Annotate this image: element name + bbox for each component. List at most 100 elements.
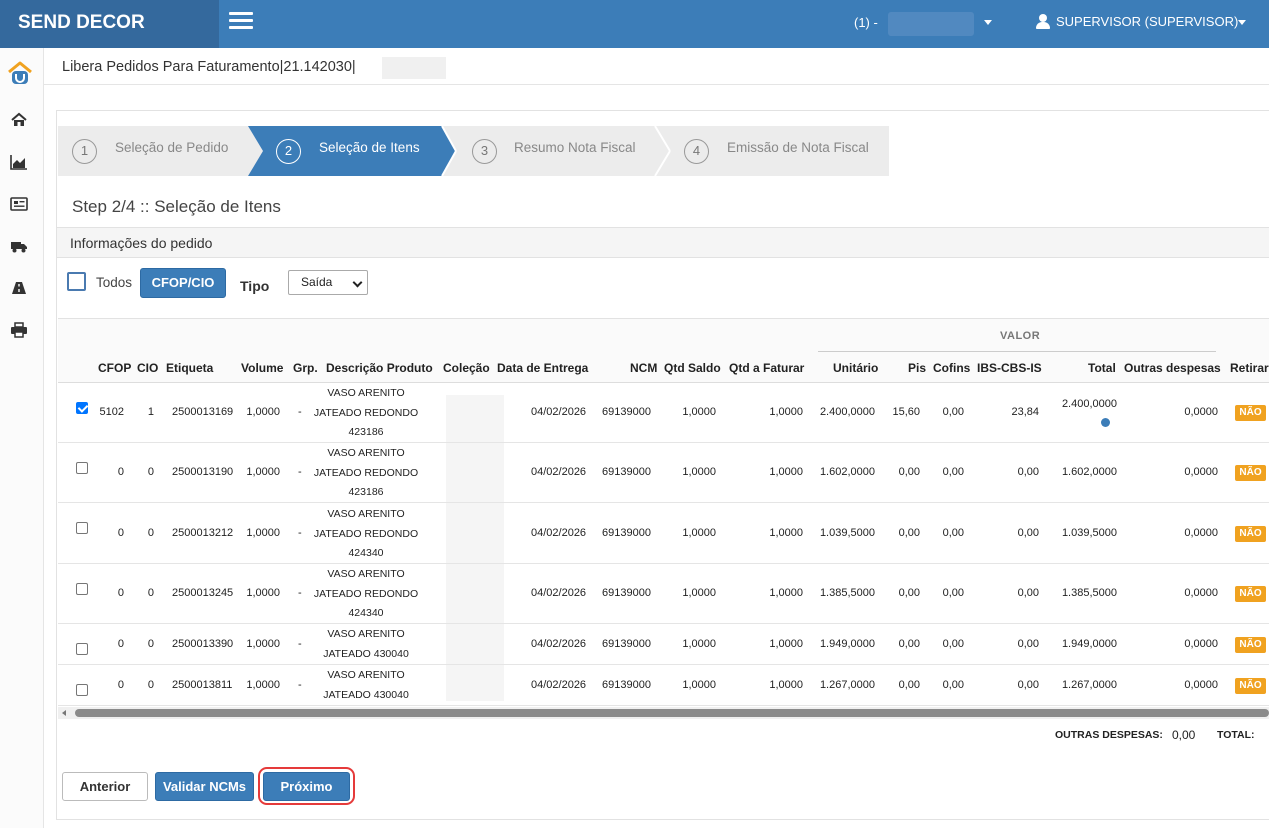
cell-volume: 1,0000 <box>246 406 280 418</box>
company-caret-icon[interactable] <box>984 20 992 25</box>
user-caret-icon[interactable] <box>1238 20 1246 25</box>
step-1-number[interactable]: 1 <box>72 139 97 164</box>
column-header[interactable]: Unitário <box>833 361 878 375</box>
description-line: JATEADO 430040 <box>323 647 409 660</box>
cell-total: 2.400,0000 <box>1061 398 1117 410</box>
newspaper-icon[interactable] <box>10 196 28 212</box>
cell-data: 04/02/2026 <box>531 587 587 599</box>
cell-cio: 0 <box>147 679 154 691</box>
column-header[interactable]: Outras despesas <box>1124 361 1221 375</box>
validate-ncms-button[interactable]: Validar NCMs <box>155 772 254 801</box>
row-checkbox[interactable] <box>76 522 88 534</box>
description-line: JATEADO REDONDO <box>313 406 419 419</box>
row-checkbox[interactable] <box>76 402 88 414</box>
retirar-badge[interactable]: NÃO <box>1235 586 1266 602</box>
step-4-number[interactable]: 4 <box>684 139 709 164</box>
hamburger-menu-icon[interactable] <box>229 12 253 32</box>
total-indicator-dot-icon <box>1101 418 1110 427</box>
table-row: 0 0 1,0000 69139000 1,0000 1,0000 1.267,0000 0,… <box>58 665 1269 706</box>
user-menu[interactable]: SUPERVISOR (SUPERVISOR) <box>1036 14 1238 29</box>
home-icon[interactable] <box>10 112 28 128</box>
retirar-badge[interactable]: NÃO <box>1235 465 1266 481</box>
retirar-badge[interactable]: NÃO <box>1235 678 1266 694</box>
cell-faturar: 1,0000 <box>769 527 803 539</box>
cell-cfop: 0 <box>117 638 124 650</box>
column-header[interactable]: Descrição Produto <box>326 361 433 375</box>
outras-despesas-value: 0,00 <box>1172 728 1196 742</box>
cell-saldo: 1,0000 <box>682 679 716 691</box>
truck-icon[interactable] <box>10 238 28 254</box>
app-logo-icon[interactable] <box>6 59 34 87</box>
next-button[interactable]: Próximo <box>263 772 350 801</box>
select-all-checkbox[interactable] <box>67 272 86 291</box>
row-checkbox[interactable] <box>76 643 88 655</box>
cell-cio: 0 <box>147 587 154 599</box>
order-info-bar[interactable]: Informações do pedido <box>57 227 1269 258</box>
column-header[interactable]: Qtd a Faturar <box>729 361 804 375</box>
column-header[interactable]: Retirar <box>1230 361 1269 375</box>
step-4-label[interactable]: Emissão de Nota Fiscal <box>727 140 869 155</box>
retirar-badge[interactable]: NÃO <box>1235 526 1266 542</box>
breadcrumb-redacted <box>382 57 446 79</box>
cell-pis: 0,00 <box>898 679 920 691</box>
cell-cio: 0 <box>147 527 154 539</box>
description-line: VASO ARENITO <box>327 447 405 459</box>
cell-volume: 1,0000 <box>246 638 280 650</box>
column-header[interactable]: IBS-CBS-IS <box>977 361 1042 375</box>
cell-ibs: 0,00 <box>1017 679 1039 691</box>
scroll-left-arrow-icon[interactable] <box>62 710 66 716</box>
column-header[interactable]: Data de Entrega <box>497 361 588 375</box>
column-header[interactable]: Qtd Saldo <box>664 361 721 375</box>
column-header[interactable]: Etiqueta <box>166 361 213 375</box>
description-line: JATEADO REDONDO <box>313 466 419 479</box>
retirar-badge[interactable]: NÃO <box>1235 405 1266 421</box>
cell-total: 1.385,5000 <box>1061 587 1117 599</box>
cell-cfop: 0 <box>117 679 124 691</box>
row-checkbox[interactable] <box>76 684 88 696</box>
cell-ncm: 69139000 <box>602 679 651 691</box>
retirar-badge[interactable]: NÃO <box>1235 637 1266 653</box>
user-icon <box>1036 14 1050 29</box>
chart-icon[interactable] <box>10 154 28 170</box>
step-2-number[interactable]: 2 <box>276 139 301 164</box>
column-header[interactable]: Cofins <box>933 361 970 375</box>
cell-outras: 0,0000 <box>1184 679 1218 691</box>
row-checkbox[interactable] <box>76 583 88 595</box>
column-header[interactable]: Volume <box>241 361 283 375</box>
cfop-cio-button[interactable]: CFOP/CIO <box>140 268 226 298</box>
scrollbar-thumb[interactable] <box>75 709 1269 717</box>
cell-faturar: 1,0000 <box>769 466 803 478</box>
cell-volume: 1,0000 <box>246 679 280 691</box>
description-line: VASO ARENITO <box>327 628 405 640</box>
step-3-label[interactable]: Resumo Nota Fiscal <box>514 140 636 155</box>
step-1-label[interactable]: Seleção de Pedido <box>115 140 228 155</box>
table-row: 0 0 1,0000 69139000 1,0000 1,0000 1.602,0000 0,… <box>58 443 1269 503</box>
cell-faturar: 1,0000 <box>769 679 803 691</box>
column-header[interactable]: Total <box>1088 361 1116 375</box>
cell-pis: 0,00 <box>898 587 920 599</box>
column-header[interactable]: NCM <box>630 361 657 375</box>
description-line: 424340 <box>348 547 384 559</box>
print-icon[interactable] <box>10 322 28 338</box>
column-header[interactable]: Coleção <box>443 361 490 375</box>
previous-button[interactable]: Anterior <box>62 772 148 801</box>
step-3-number[interactable]: 3 <box>472 139 497 164</box>
page-title: Step 2/4 :: Seleção de Itens <box>72 197 281 216</box>
column-header[interactable]: CFOP <box>98 361 131 375</box>
tipo-select[interactable]: Saída <box>288 270 368 295</box>
column-header[interactable]: Grp. <box>293 361 318 375</box>
breadcrumb-divider <box>44 84 1269 85</box>
description-line: VASO ARENITO <box>327 568 405 580</box>
company-selector[interactable]: (1) - <box>854 15 878 30</box>
cell-ibs: 0,00 <box>1017 638 1039 650</box>
column-header[interactable]: CIO <box>137 361 158 375</box>
cell-pis: 0,00 <box>898 527 920 539</box>
road-icon[interactable] <box>10 280 28 296</box>
table-horizontal-scrollbar[interactable] <box>58 707 1269 719</box>
step-2-label[interactable]: Seleção de Itens <box>319 140 420 155</box>
brand-logo[interactable]: SEND DECOR <box>0 0 219 48</box>
cell-volume: 1,0000 <box>246 587 280 599</box>
column-header[interactable]: Pis <box>908 361 926 375</box>
cell-unitario: 1.039,5000 <box>819 527 875 539</box>
row-checkbox[interactable] <box>76 462 88 474</box>
